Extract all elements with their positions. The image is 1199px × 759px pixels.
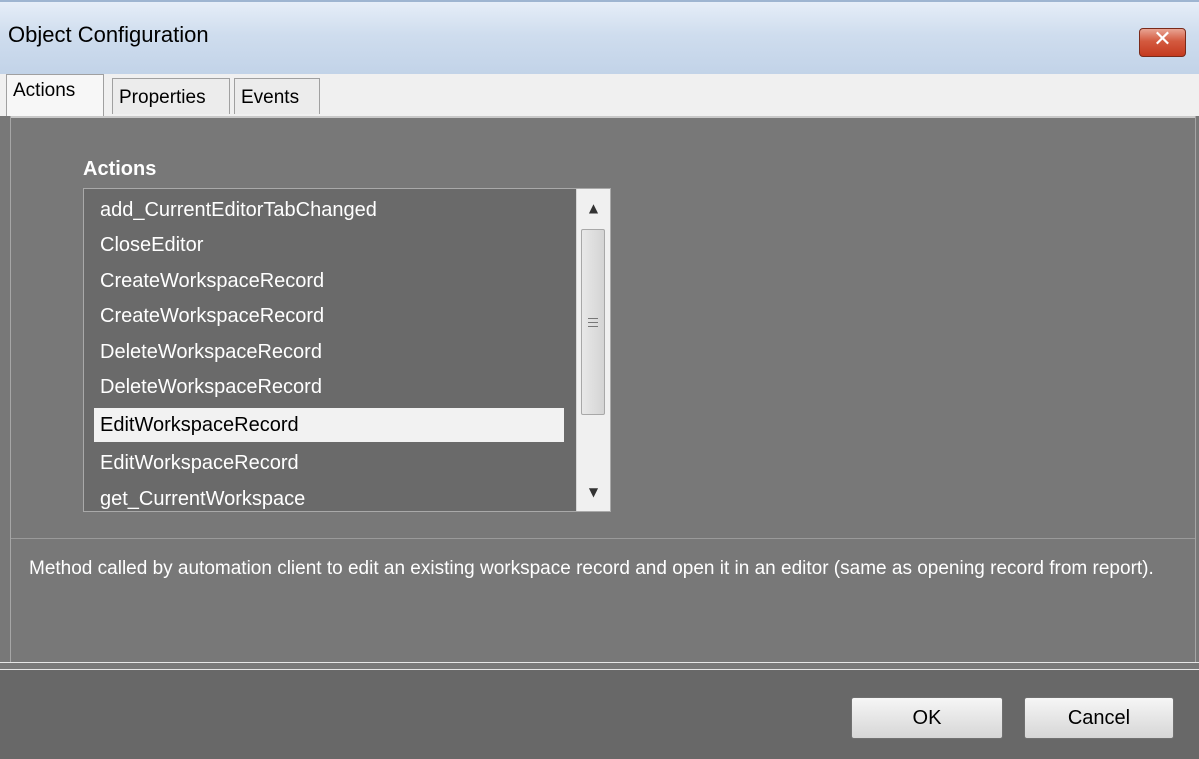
actions-panel: Actions add_CurrentEditorTabChanged Clos… <box>10 116 1196 662</box>
actions-listbox[interactable]: add_CurrentEditorTabChanged CloseEditor … <box>83 188 611 512</box>
title-bar[interactable]: Object Configuration ✕ <box>0 0 1199 74</box>
scroll-up-arrow-icon[interactable]: ▲ <box>577 193 610 223</box>
tab-actions-label: Actions <box>13 80 76 101</box>
ok-button[interactable]: OK <box>851 697 1003 739</box>
dialog-footer: OK Cancel <box>0 670 1199 759</box>
tab-properties-label: Properties <box>119 87 206 108</box>
list-item[interactable]: get_CurrentWorkspace <box>94 482 564 511</box>
description-text: Method called by automation client to ed… <box>29 558 1154 579</box>
scrollbar-grip-icon <box>588 318 598 327</box>
footer-divider <box>0 662 1199 670</box>
object-configuration-dialog: Object Configuration ✕ Actions Propertie… <box>0 0 1199 759</box>
actions-list: add_CurrentEditorTabChanged CloseEditor … <box>84 189 574 511</box>
close-icon: ✕ <box>1153 27 1172 52</box>
panel-divider <box>11 116 1195 118</box>
scrollbar-thumb[interactable] <box>581 229 605 415</box>
tab-actions[interactable]: Actions <box>6 74 104 116</box>
tab-strip: Actions Properties Events <box>0 74 1199 116</box>
cancel-button[interactable]: Cancel <box>1024 697 1174 739</box>
list-item[interactable]: DeleteWorkspaceRecord <box>94 370 564 404</box>
close-button[interactable]: ✕ <box>1139 27 1186 57</box>
window-title: Object Configuration <box>8 22 209 47</box>
list-item[interactable]: DeleteWorkspaceRecord <box>94 335 564 369</box>
list-item-selected[interactable]: EditWorkspaceRecord <box>94 408 564 442</box>
tab-events-label: Events <box>241 87 300 108</box>
vertical-scrollbar[interactable]: ▲ ▼ <box>576 189 610 511</box>
list-item[interactable]: EditWorkspaceRecord <box>94 446 564 480</box>
scroll-down-arrow-icon[interactable]: ▼ <box>577 477 610 507</box>
list-item[interactable]: CreateWorkspaceRecord <box>94 264 564 298</box>
list-item[interactable]: CloseEditor <box>94 228 564 262</box>
description-panel: Method called by automation client to ed… <box>11 538 1195 662</box>
tab-events[interactable]: Events <box>234 78 320 114</box>
list-item[interactable]: CreateWorkspaceRecord <box>94 299 564 333</box>
tab-properties[interactable]: Properties <box>112 78 230 114</box>
actions-heading: Actions <box>83 158 157 180</box>
list-item[interactable]: add_CurrentEditorTabChanged <box>94 193 564 227</box>
